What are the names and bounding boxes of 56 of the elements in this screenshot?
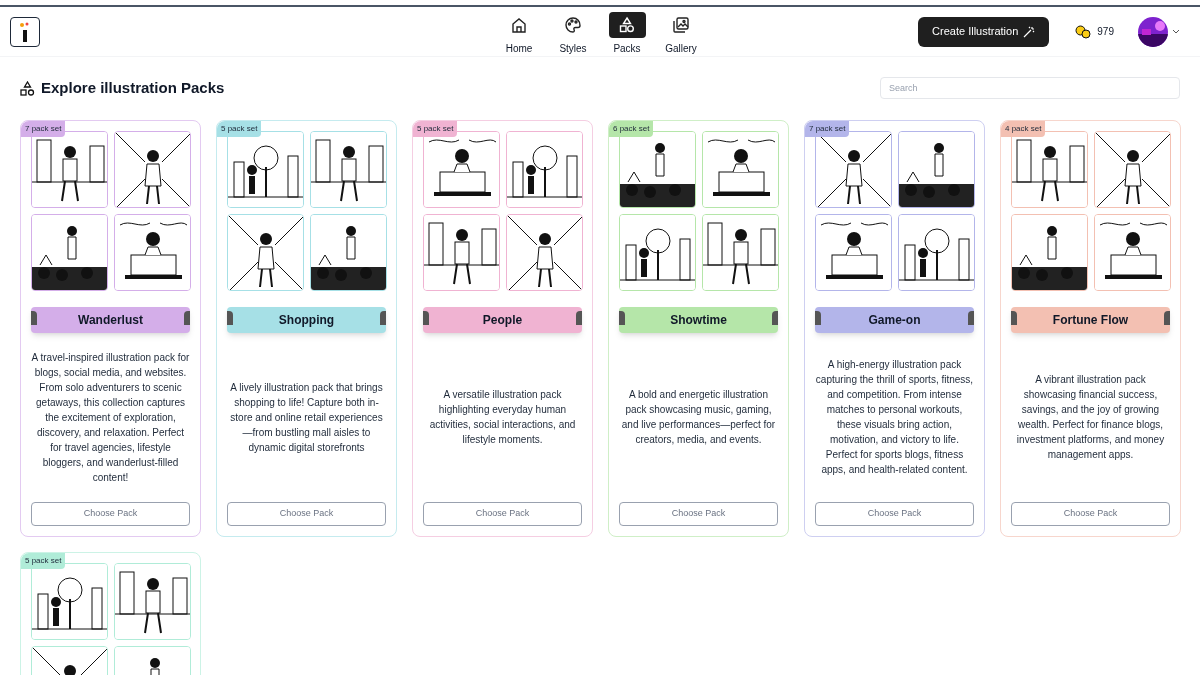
ribbon-clip-icon xyxy=(772,310,778,325)
ribbon-clip-icon xyxy=(619,310,625,325)
ribbon-clip-icon xyxy=(1164,310,1170,325)
app-logo[interactable] xyxy=(10,16,40,47)
choose-pack-button[interactable]: Choose Pack xyxy=(423,501,582,526)
home-icon xyxy=(510,16,528,34)
coin-balance: 979 xyxy=(1097,25,1114,39)
ribbon-clip-icon xyxy=(968,310,974,325)
page-title: Explore illustration Packs xyxy=(41,78,225,98)
pack-title: Shopping xyxy=(278,311,335,329)
pack-description: A high-energy illustration pack capturing the thrill of sports, fitness, and competition. From intense matches to personal workouts, these visuals bring action, motivation, and victory to life. Perfect for sports blogs, fitness apps, and health-related content. xyxy=(815,358,974,477)
ribbon-clip-icon xyxy=(184,310,190,325)
pack-description: A travel-inspired illustration pack for blogs, social media, and websites. From solo adventurers to scenic getaways, this collection captures the excitement of exploration, discovery, and relaxation. Perfect for travel agencies, lifestyle bloggers, and wanderlust-filled content! xyxy=(31,350,190,485)
pack-title: People xyxy=(482,311,523,329)
choose-pack-button[interactable]: Choose Pack xyxy=(619,501,778,526)
pack-count-badge: 4 pack set xyxy=(1001,120,1046,137)
palette-icon xyxy=(564,16,582,34)
pack-count-badge: 5 pack set xyxy=(413,120,458,137)
shapes-icon xyxy=(20,80,35,96)
pack-description: A bold and energetic illustration pack showcasing music, gaming, and live performances—perfect for creators, media, and events. xyxy=(620,388,777,447)
chevron-down-icon[interactable] xyxy=(1172,29,1180,34)
choose-pack-button[interactable]: Choose Pack xyxy=(1011,501,1170,526)
nav-label[interactable]: Packs xyxy=(613,41,641,56)
ribbon-clip-icon xyxy=(1011,310,1017,325)
pack-count-badge: 5 pack set xyxy=(21,552,66,569)
ribbon-clip-icon xyxy=(227,310,233,325)
pack-count-badge: 5 pack set xyxy=(217,120,262,137)
choose-pack-button[interactable]: Choose Pack xyxy=(31,501,190,526)
nav-label[interactable]: Home xyxy=(505,41,533,56)
coins-icon xyxy=(1075,24,1092,39)
avatar[interactable] xyxy=(1138,16,1168,47)
pack-description: A vibrant illustration pack showcasing financial success, savings, and the joy of growing wealth. Perfect for finance blogs, investment platforms, and money management apps. xyxy=(1015,373,1166,462)
pack-description: A versatile illustration pack highlighting everyday human activities, social interactions, and lifestyle moments. xyxy=(428,388,577,447)
ribbon-clip-icon xyxy=(380,310,386,325)
pack-title: Fortune Flow xyxy=(1052,311,1129,329)
choose-pack-button[interactable]: Choose Pack xyxy=(815,501,974,526)
choose-pack-button[interactable]: Choose Pack xyxy=(227,501,386,526)
nav-tab[interactable] xyxy=(608,12,646,38)
pack-count-badge: 7 pack set xyxy=(805,120,850,137)
search-field[interactable]: Search xyxy=(880,77,1180,100)
pack-count-badge: 7 pack set xyxy=(21,120,66,137)
pack-count-badge: 6 pack set xyxy=(609,120,654,137)
pack-title: Game-on xyxy=(868,311,921,329)
shapes-icon xyxy=(618,16,636,34)
pack-title: Wanderlust xyxy=(78,311,143,329)
gallery-icon xyxy=(672,16,690,34)
create-illustration-button[interactable]: Create Illustration xyxy=(918,16,1050,47)
pack-title: Showtime xyxy=(670,311,727,329)
pack-description: A lively illustration pack that brings shopping to life! Capture both in-store and online retail experiences—from bustling mall aisles to dynamic digital storefronts xyxy=(229,380,384,455)
nav-label[interactable]: Styles xyxy=(559,41,587,56)
ribbon-clip-icon xyxy=(31,310,37,325)
ribbon-clip-icon xyxy=(576,310,582,325)
ribbon-clip-icon xyxy=(815,310,821,325)
ribbon-clip-icon xyxy=(423,310,429,325)
magic-wand-icon xyxy=(1023,25,1036,38)
nav-label[interactable]: Gallery xyxy=(665,41,697,56)
